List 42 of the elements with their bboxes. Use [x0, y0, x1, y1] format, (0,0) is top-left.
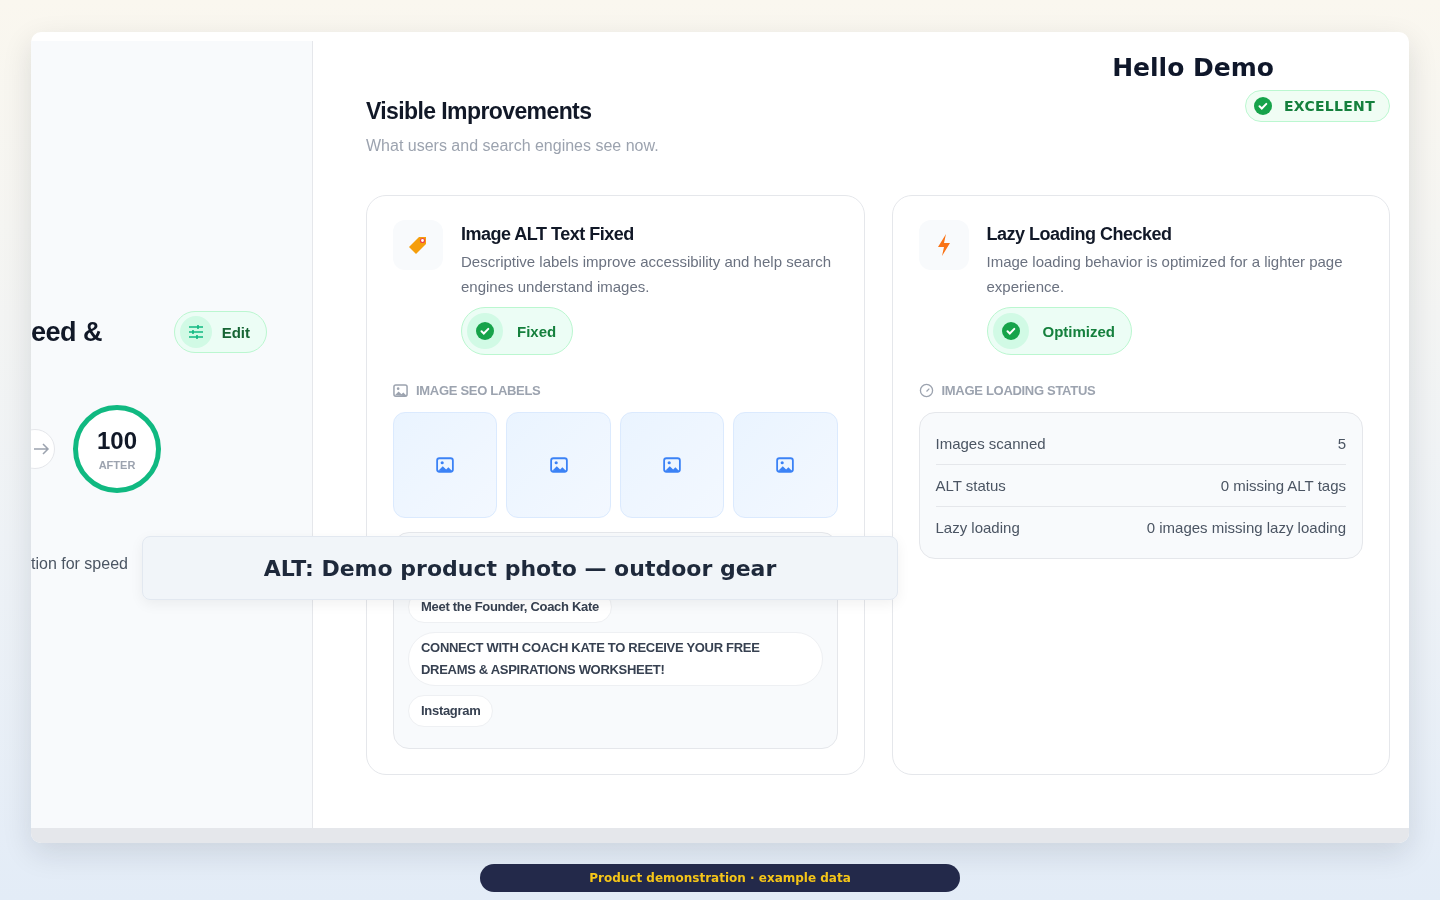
gauge-icon — [918, 383, 934, 398]
stat-label: Lazy loading — [935, 519, 1020, 536]
image-icon — [549, 456, 568, 474]
image-icon — [436, 456, 455, 474]
card-title: Lazy Loading Checked — [986, 224, 1173, 245]
demo-banner: Product demonstration · example data — [480, 864, 960, 892]
alt-tooltip: ALT: Demo product photo — outdoor gear — [142, 536, 898, 600]
rating-badge: EXCELLENT — [1244, 90, 1390, 122]
edit-button[interactable]: Edit — [173, 311, 267, 353]
image-icon — [393, 383, 408, 398]
card-description: Image loading behavior is optimized for a lighter page experience. — [986, 252, 1344, 297]
card-description: Descriptive labels improve accessibility and help search engines understand images. — [461, 252, 833, 297]
image-tile[interactable] — [506, 412, 611, 518]
section-label: IMAGE SEO LABELS — [416, 383, 541, 398]
check-icon — [1253, 97, 1272, 115]
status-pill: Optimized — [986, 307, 1132, 355]
greeting-text: Hello Demo — [1112, 53, 1274, 82]
stat-value: 0 images missing lazy loading — [1146, 519, 1346, 536]
page-title: Visible Improvements — [366, 98, 593, 125]
section-label: IMAGE LOADING STATUS — [941, 383, 1096, 398]
image-tile[interactable] — [393, 412, 498, 518]
sliders-icon — [187, 325, 204, 339]
arrow-icon — [34, 443, 50, 455]
status-pill: Fixed — [461, 307, 574, 355]
card-title: Image ALT Text Fixed — [461, 224, 635, 245]
stat-label: ALT status — [935, 477, 1006, 494]
score-label: AFTER — [98, 459, 136, 471]
image-tile[interactable] — [733, 412, 838, 518]
check-icon — [1001, 322, 1020, 340]
stat-label: Images scanned — [935, 435, 1046, 452]
caption-text: tion for speed — [31, 555, 128, 573]
image-icon — [662, 456, 681, 474]
stat-value: 0 missing ALT tags — [1220, 477, 1346, 494]
score-value: 100 — [96, 427, 137, 455]
check-icon — [476, 322, 494, 340]
image-icon — [776, 456, 795, 474]
section-heading: eed & — [31, 316, 103, 348]
label-chip: Instagram — [408, 695, 494, 727]
stat-value: 5 — [1337, 435, 1346, 452]
label-chip: CONNECT WITH COACH KATE TO RECEIVE YOUR FREE DREAMS & ASPIRATIONS WORKSHEET! — [408, 632, 823, 686]
page-subtitle: What users and search engines see now. — [366, 137, 659, 155]
image-tile[interactable] — [619, 412, 725, 518]
